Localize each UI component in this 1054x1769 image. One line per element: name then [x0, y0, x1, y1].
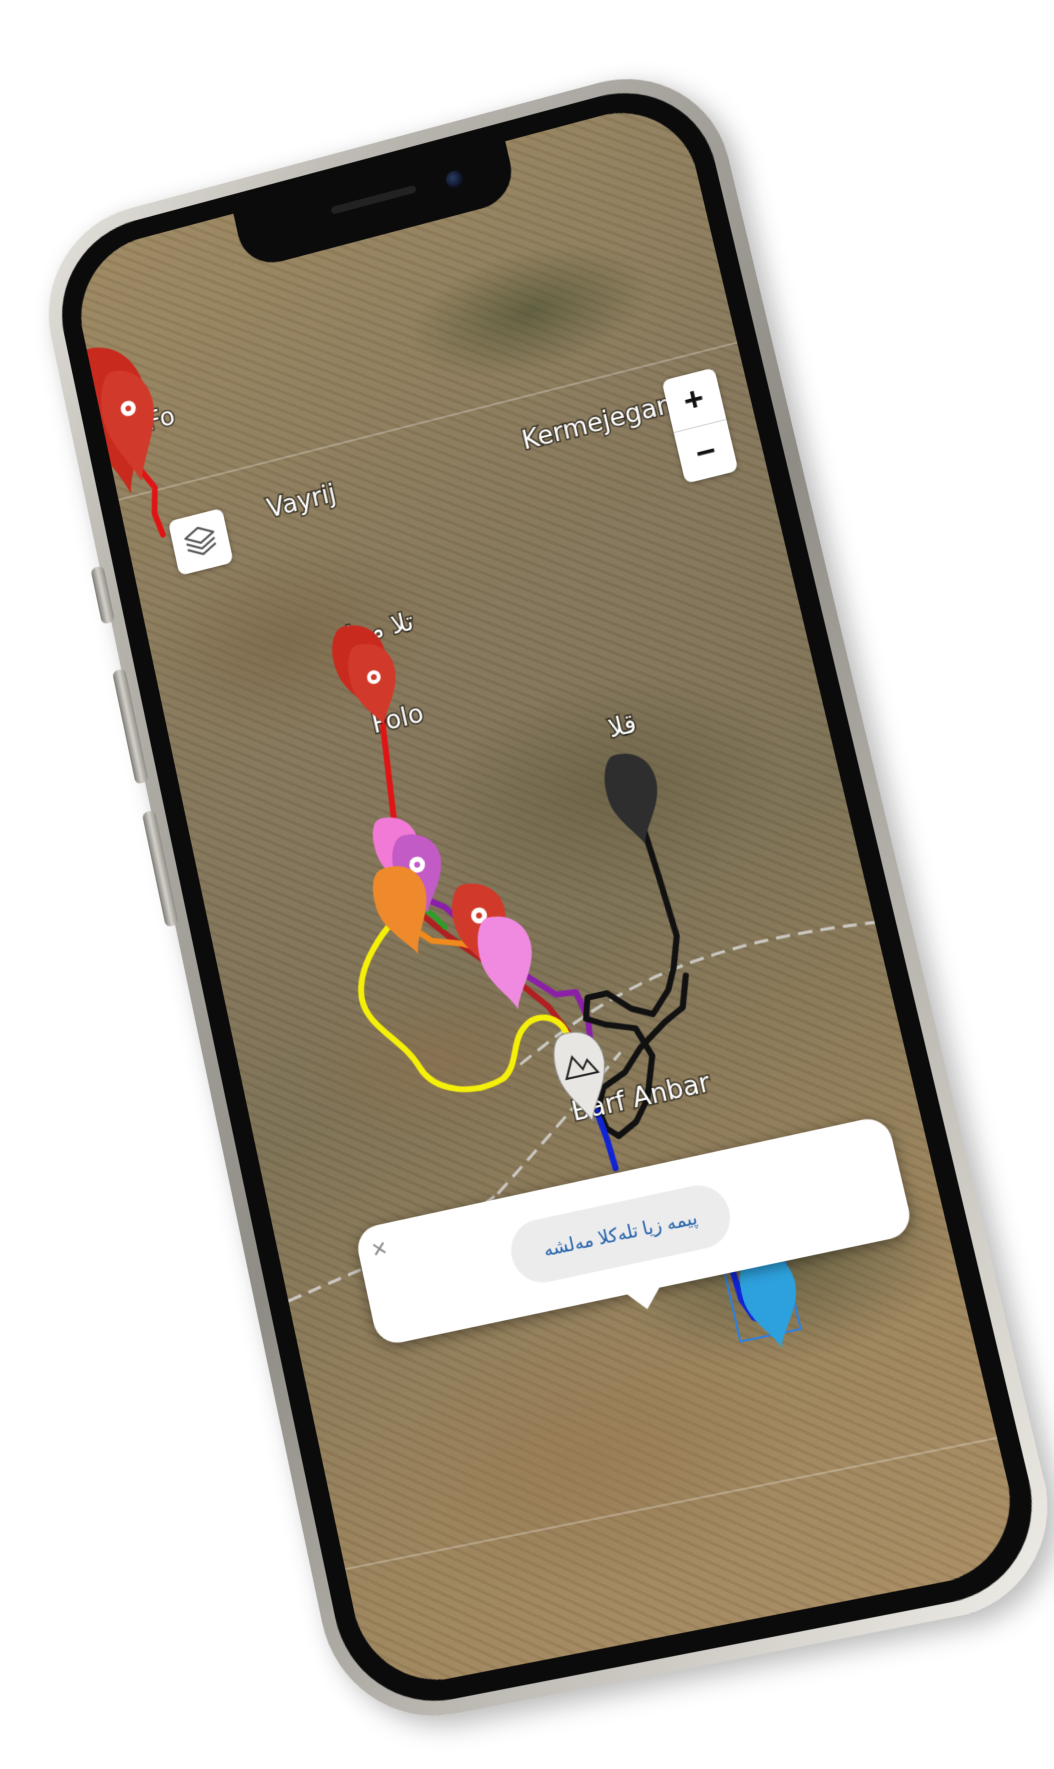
speaker-grille: [330, 184, 417, 215]
place-label-vayrij: Vayrij: [264, 478, 338, 524]
popup-link-chip[interactable]: پیمە زیا تلەکلا مەلشە: [505, 1179, 737, 1289]
close-icon[interactable]: ×: [369, 1232, 390, 1266]
map-marker-dark[interactable]: [598, 747, 670, 851]
place-label-kermejegan: Kermejegan: [519, 388, 676, 455]
front-camera: [444, 168, 466, 190]
phone-mockup: Vayrij Kermejegan Fo تلا محل Folo قلا Ba…: [29, 54, 1054, 1735]
stage: Vayrij Kermejegan Fo تلا محل Folo قلا Ba…: [0, 0, 1054, 1769]
map-marker-pink-2[interactable]: [471, 909, 545, 1015]
place-label-qalla: قلا: [605, 707, 639, 743]
